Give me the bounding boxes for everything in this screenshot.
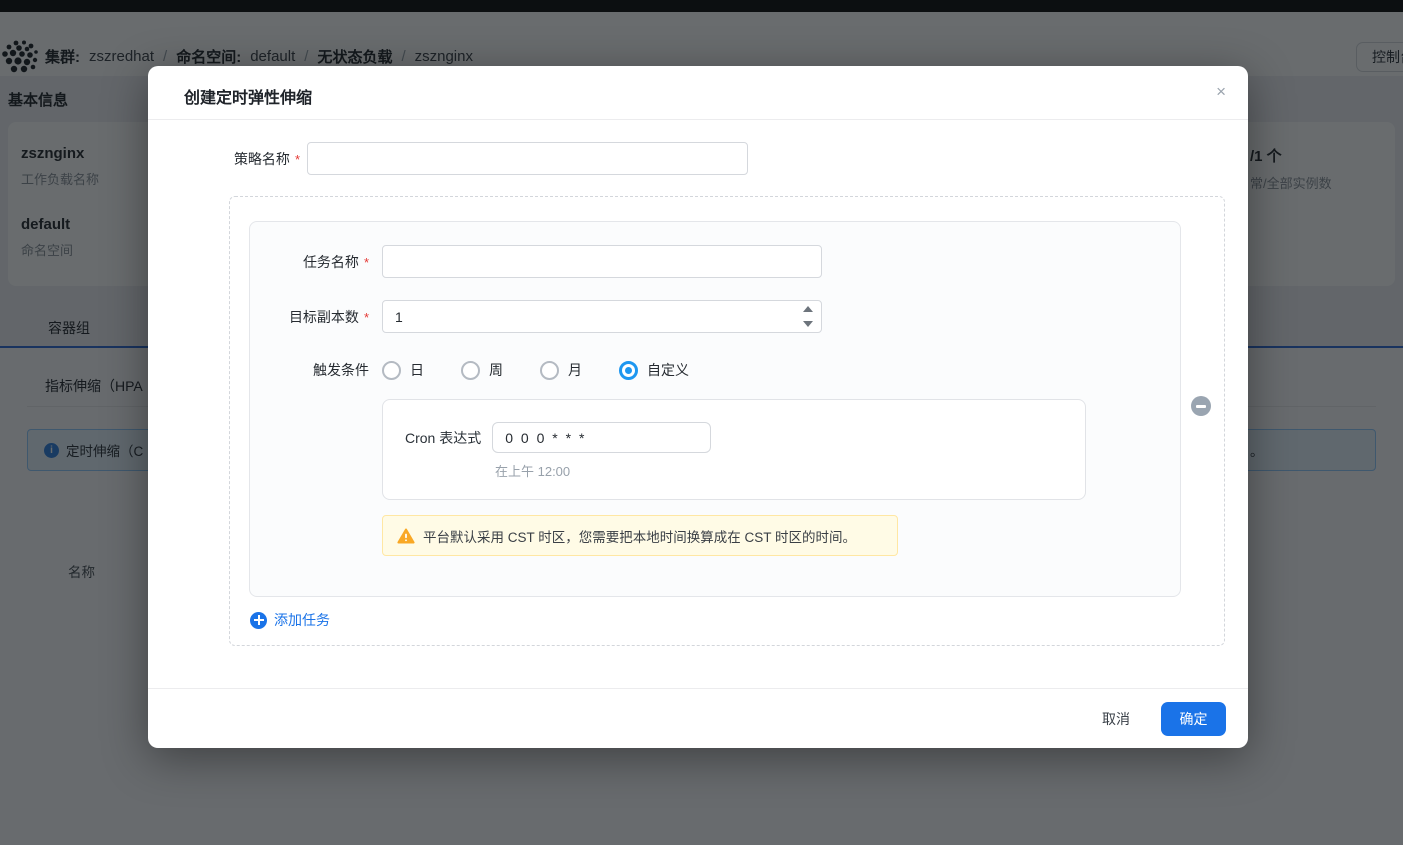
warning-text: 平台默认采用 CST 时区，您需要把本地时间换算成在 CST 时区的时间。: [423, 526, 856, 546]
trigger-condition-row: 触发条件 日 周 月: [250, 357, 689, 383]
policy-name-input[interactable]: [307, 142, 748, 175]
cron-expression-panel: Cron 表达式 在上午 12:00: [382, 399, 1086, 500]
modal-title: 创建定时弹性伸缩: [184, 84, 312, 108]
stepper-down-icon[interactable]: [803, 321, 813, 327]
close-icon[interactable]: ×: [1216, 82, 1226, 102]
radio-day[interactable]: 日: [382, 360, 424, 380]
radio-checked-icon: [619, 361, 638, 380]
policy-name-row: 策略名称 *: [184, 142, 748, 175]
cron-hint-text: 在上午 12:00: [495, 461, 570, 480]
task-name-input[interactable]: [382, 245, 822, 278]
radio-month[interactable]: 月: [540, 360, 582, 380]
add-task-button[interactable]: 添加任务: [250, 610, 330, 630]
target-replicas-input[interactable]: [382, 300, 822, 333]
cron-expression-input[interactable]: [492, 422, 711, 453]
radio-week[interactable]: 周: [461, 360, 503, 380]
required-mark: *: [295, 152, 300, 167]
target-replicas-label: 目标副本数: [289, 309, 359, 325]
task-card: 任务名称 * 目标副本数 * 触发条件: [249, 221, 1181, 597]
add-task-label: 添加任务: [274, 610, 330, 630]
create-scheduled-hpa-modal: 创建定时弹性伸缩 × 策略名称 * 任务名称 * 目标副本数 *: [148, 66, 1248, 748]
number-stepper: [803, 306, 815, 327]
warning-triangle-icon: [397, 528, 415, 544]
required-mark: *: [364, 255, 369, 270]
remove-task-button[interactable]: [1191, 396, 1211, 416]
cron-expression-label: Cron 表达式: [405, 428, 481, 448]
modal-header: 创建定时弹性伸缩 ×: [148, 66, 1248, 120]
target-replicas-row: 目标副本数 *: [250, 300, 822, 333]
cancel-button[interactable]: 取消: [1102, 709, 1130, 729]
trigger-radio-group: 日 周 月 自定义: [382, 360, 689, 380]
stepper-up-icon[interactable]: [803, 306, 813, 312]
task-name-row: 任务名称 *: [250, 245, 822, 278]
radio-icon: [540, 361, 559, 380]
modal-footer: 取消 确定: [148, 688, 1248, 748]
radio-custom[interactable]: 自定义: [619, 360, 689, 380]
trigger-condition-label: 触发条件: [313, 362, 369, 378]
radio-icon: [461, 361, 480, 380]
task-list-container: 任务名称 * 目标副本数 * 触发条件: [229, 196, 1225, 646]
radio-icon: [382, 361, 401, 380]
task-name-label: 任务名称: [303, 254, 359, 270]
policy-name-label: 策略名称: [234, 151, 290, 167]
required-mark: *: [364, 310, 369, 325]
confirm-button[interactable]: 确定: [1161, 702, 1226, 736]
timezone-warning-alert: 平台默认采用 CST 时区，您需要把本地时间换算成在 CST 时区的时间。: [382, 515, 898, 556]
plus-circle-icon: [250, 612, 267, 629]
